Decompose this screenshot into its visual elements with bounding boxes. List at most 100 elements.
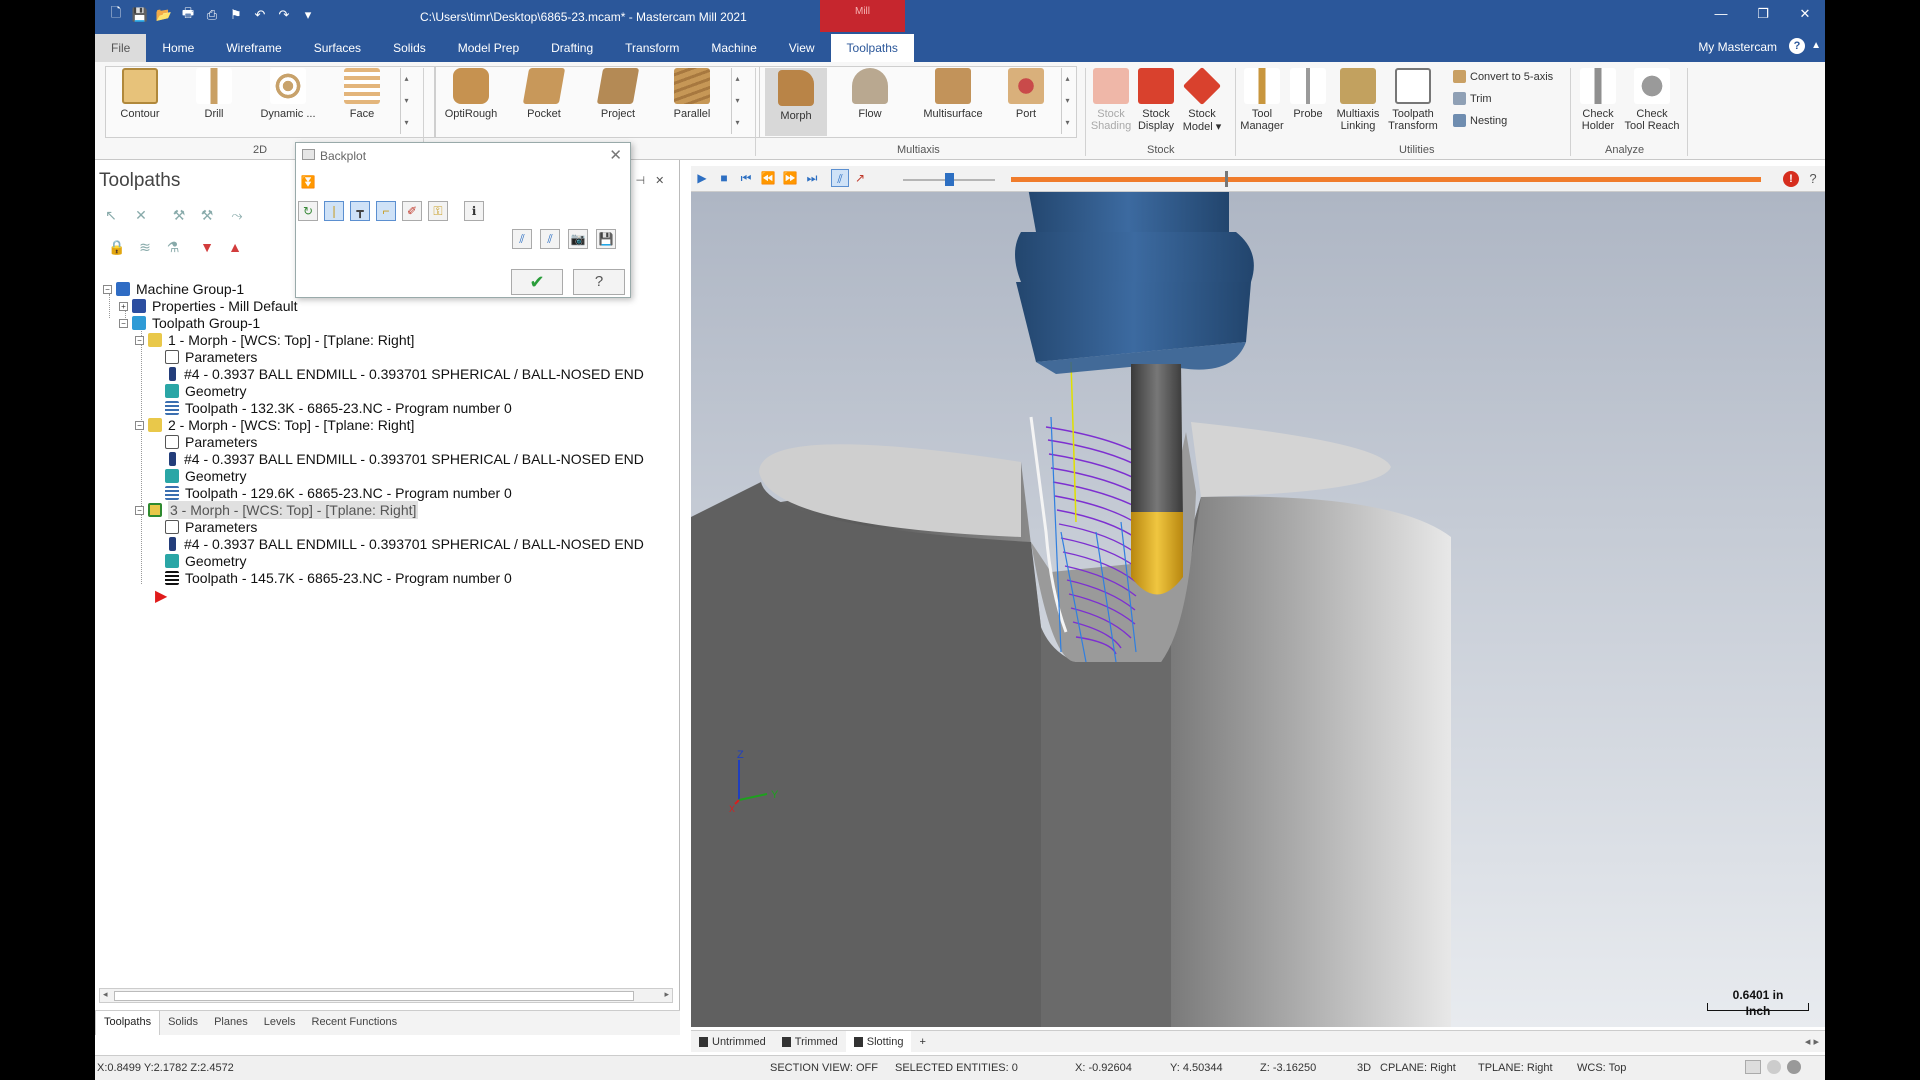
move-down-icon[interactable]: ▼: [197, 237, 217, 257]
progress-marker[interactable]: [1225, 171, 1228, 187]
display-endpoints-icon[interactable]: ⌐: [376, 201, 396, 221]
multiaxis-linking-button[interactable]: Multiaxis Linking: [1331, 68, 1385, 132]
nesting-button[interactable]: Nesting: [1453, 114, 1507, 127]
z-coordinate[interactable]: Z: -3.16250: [1260, 1062, 1316, 1074]
regenerate-selected-icon[interactable]: ⚒: [169, 205, 189, 225]
collapse-ribbon-icon[interactable]: ▲: [1811, 40, 1821, 51]
y-coordinate[interactable]: Y: 4.50344: [1170, 1062, 1223, 1074]
tab-solids[interactable]: Solids: [377, 34, 442, 62]
port-button[interactable]: Port: [995, 68, 1057, 120]
geometry-node[interactable]: Geometry: [165, 382, 246, 400]
check-tool-reach-button[interactable]: Check Tool Reach: [1621, 68, 1683, 132]
tool-node[interactable]: #4 - 0.3937 BALL ENDMILL - 0.393701 SPHE…: [165, 365, 644, 383]
quick-verify-icon[interactable]: ✐: [402, 201, 422, 221]
help-icon[interactable]: ?: [1805, 171, 1821, 187]
restore-button[interactable]: ❐: [1753, 4, 1773, 24]
insert-arrow-icon[interactable]: ▶: [155, 588, 167, 606]
dynamic-button[interactable]: Dynamic ...: [257, 68, 319, 120]
save-geometry-icon[interactable]: 💾: [596, 229, 616, 249]
parameters-node[interactable]: Parameters: [165, 433, 257, 451]
tplane-status[interactable]: TPLANE: Right: [1478, 1062, 1553, 1074]
3d-gallery-scroll[interactable]: ▴ ▾ ▾: [731, 68, 743, 134]
play-icon[interactable]: ▶: [693, 169, 711, 187]
skip-to-start-icon[interactable]: ⏮: [737, 169, 755, 187]
collapse-toggle-icon[interactable]: −: [135, 335, 144, 345]
skip-to-end-icon[interactable]: ⏭: [803, 169, 821, 187]
geometry-node[interactable]: Geometry: [165, 467, 246, 485]
tab-toolpaths[interactable]: Toolpaths: [830, 34, 914, 62]
check-holder-button[interactable]: Check Holder: [1573, 68, 1623, 132]
toolpath-display-icon[interactable]: ⫽: [512, 229, 532, 249]
ok-button[interactable]: ✔: [511, 269, 563, 295]
tab-transform[interactable]: Transform: [609, 34, 695, 62]
select-all-operations-icon[interactable]: ↖: [101, 205, 121, 225]
step-back-icon[interactable]: ⏪: [759, 169, 777, 187]
morph-button[interactable]: Morph: [765, 68, 827, 136]
machine-group-node[interactable]: − Machine Group-1: [103, 280, 244, 298]
multisurface-button[interactable]: Multisurface: [913, 68, 993, 120]
tab-surfaces[interactable]: Surfaces: [298, 34, 377, 62]
drill-button[interactable]: Drill: [183, 68, 245, 120]
x-coordinate[interactable]: X: -0.92604: [1075, 1062, 1132, 1074]
save-as-icon[interactable]: ⎙: [203, 6, 221, 24]
my-mastercam-link[interactable]: My Mastercam: [1698, 40, 1777, 54]
scroll-left-icon[interactable]: ◂: [103, 989, 108, 1000]
contour-button[interactable]: Contour: [109, 68, 171, 120]
wireframe-mode-icon[interactable]: [1745, 1060, 1761, 1074]
operation-node-selected[interactable]: −3 - Morph - [WCS: Top] - [Tplane: Right…: [135, 501, 419, 519]
step-forward-icon[interactable]: ⏩: [781, 169, 799, 187]
screenshot-icon[interactable]: 📷: [568, 229, 588, 249]
warning-icon[interactable]: !: [1783, 171, 1799, 187]
stock-display-button[interactable]: Stock Display: [1133, 68, 1179, 132]
progress-bar[interactable]: [1011, 177, 1761, 182]
stock-shading-button[interactable]: Stock Shading: [1087, 68, 1135, 132]
collapse-toggle-icon[interactable]: −: [135, 420, 144, 430]
lock-icon[interactable]: 🔒: [107, 237, 127, 257]
wcs-status[interactable]: WCS: Top: [1577, 1062, 1626, 1074]
new-file-icon[interactable]: 🗋: [107, 5, 125, 24]
2d-gallery-scroll[interactable]: ▴ ▾ ▾: [400, 68, 412, 134]
parameters-node[interactable]: Parameters: [165, 348, 257, 366]
shaded-mode-icon[interactable]: [1767, 1060, 1781, 1074]
display-rapids-icon[interactable]: ↻: [298, 201, 318, 221]
pocket-button[interactable]: Pocket: [513, 68, 575, 120]
tab-machine[interactable]: Machine: [695, 34, 772, 62]
face-button[interactable]: Face: [331, 68, 393, 120]
undo-icon[interactable]: ↶: [251, 6, 269, 24]
tool-manager-button[interactable]: Tool Manager: [1237, 68, 1287, 132]
tool-node[interactable]: #4 - 0.3937 BALL ENDMILL - 0.393701 SPHE…: [165, 535, 644, 553]
probe-button[interactable]: Probe: [1285, 68, 1331, 120]
tab-drafting[interactable]: Drafting: [535, 34, 609, 62]
selected-entities-status[interactable]: SELECTED ENTITIES: 0: [895, 1062, 1018, 1074]
tree-horizontal-scrollbar[interactable]: ◂ ▸: [99, 988, 673, 1003]
panel-tab-toolpaths[interactable]: Toolpaths: [95, 1011, 161, 1035]
trace-mode-icon[interactable]: ⫽: [831, 169, 849, 187]
tab-view[interactable]: View: [773, 34, 831, 62]
help-button[interactable]: ?: [573, 269, 625, 295]
speed-slider-knob[interactable]: [945, 173, 954, 186]
translucent-mode-icon[interactable]: [1787, 1060, 1801, 1074]
convert-to-5-axis-button[interactable]: Convert to 5-axis: [1453, 70, 1553, 83]
info-icon[interactable]: ℹ: [464, 201, 484, 221]
operation-node[interactable]: −1 - Morph - [WCS: Top] - [Tplane: Right…: [135, 331, 414, 349]
regenerate-dirty-icon[interactable]: ⚒: [197, 205, 217, 225]
close-button[interactable]: ✕: [1795, 4, 1815, 24]
viewsheet-slotting[interactable]: Slotting: [845, 1031, 912, 1052]
panel-tab-levels[interactable]: Levels: [256, 1011, 304, 1035]
tab-file[interactable]: File: [95, 34, 147, 62]
add-viewsheet-button[interactable]: +: [911, 1031, 933, 1052]
panel-pin-icon[interactable]: ⊣: [636, 174, 646, 187]
open-icon[interactable]: 📂: [155, 6, 173, 24]
tool-info-icon[interactable]: ⚿: [428, 201, 448, 221]
scroll-thumb[interactable]: [114, 991, 634, 1001]
bookmark-icon[interactable]: ⚑: [227, 6, 245, 24]
operation-node[interactable]: −2 - Morph - [WCS: Top] - [Tplane: Right…: [135, 416, 414, 434]
customize-qat-icon[interactable]: ▾: [299, 6, 317, 24]
stop-icon[interactable]: ■: [715, 169, 733, 187]
backplot-selected-icon[interactable]: ⤳: [227, 205, 247, 225]
project-button[interactable]: Project: [587, 68, 649, 120]
expand-dialog-icon[interactable]: ⏬: [298, 173, 318, 193]
post-icon[interactable]: ⚗: [163, 237, 183, 257]
redo-icon[interactable]: ↷: [275, 6, 293, 24]
stock-model-button[interactable]: Stock Model ▾: [1179, 66, 1225, 133]
